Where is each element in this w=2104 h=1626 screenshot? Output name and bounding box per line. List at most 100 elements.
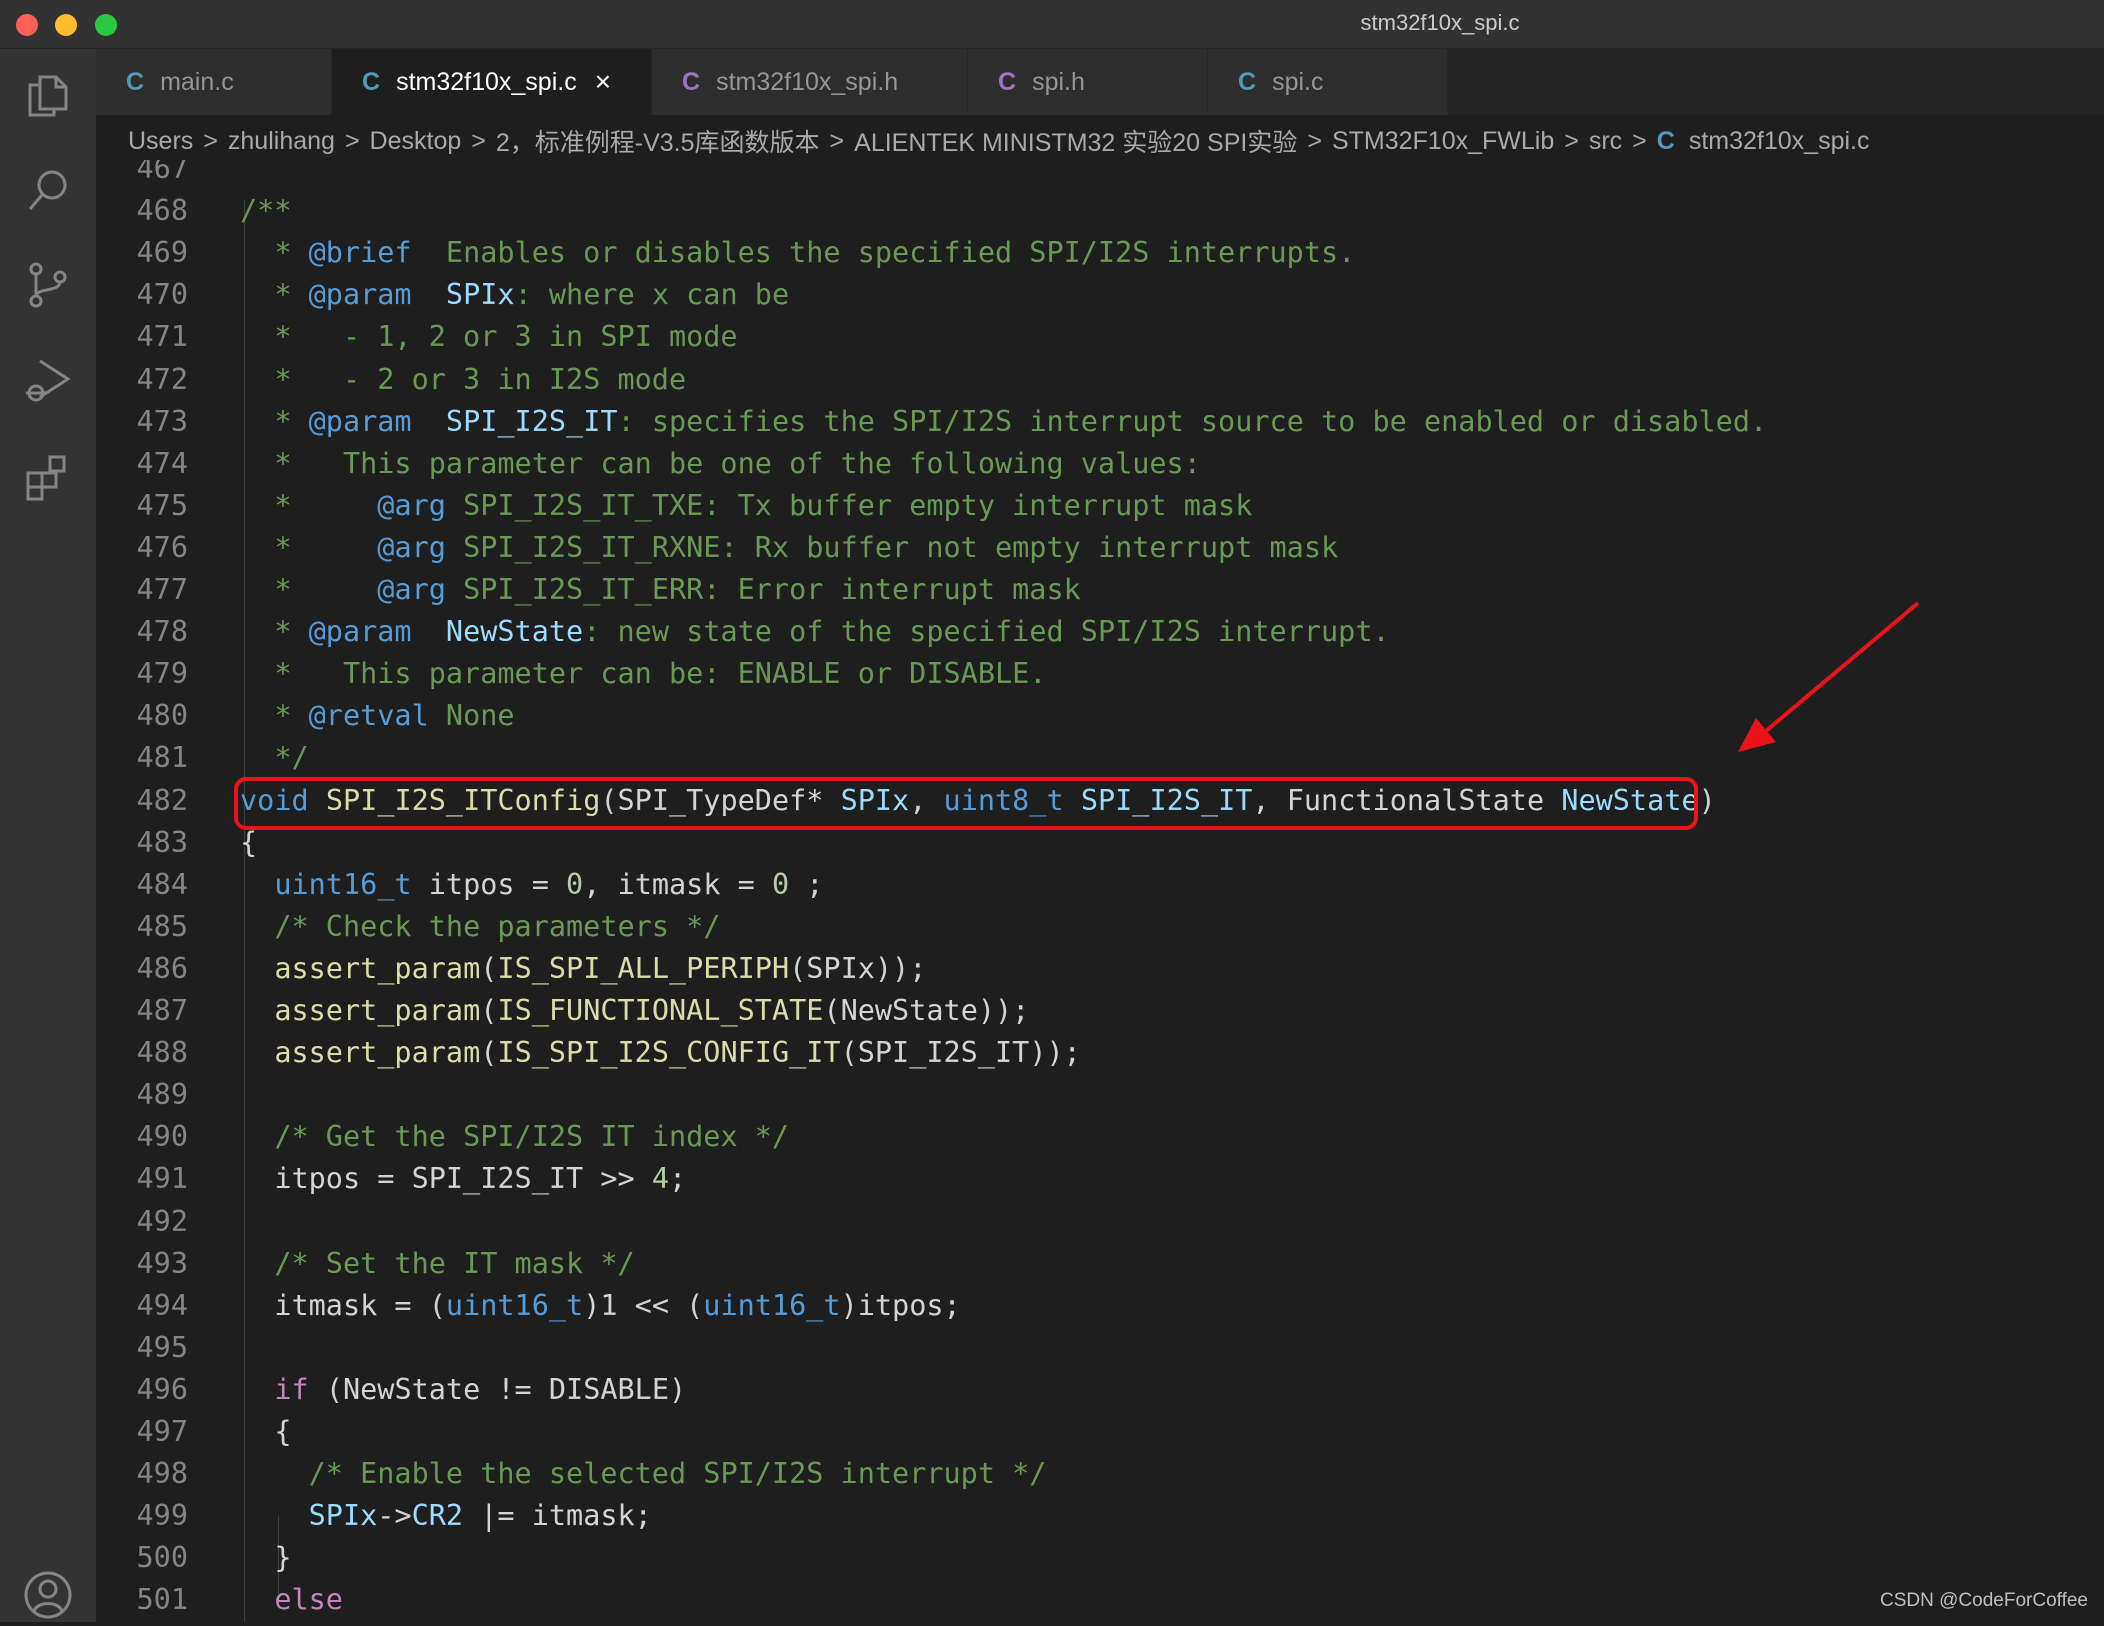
tab-label: main.c [160, 67, 234, 96]
code-line[interactable]: 485 /* Check the parameters */ [96, 906, 2104, 948]
code-line[interactable]: 486 assert_param(IS_SPI_ALL_PERIPH(SPIx)… [96, 948, 2104, 990]
code-line[interactable]: 474 * This parameter can be one of the f… [96, 443, 2104, 485]
code-line[interactable]: 501 else [96, 1579, 2104, 1621]
code-line[interactable]: 495 [96, 1327, 2104, 1369]
code-line[interactable]: 500 } [96, 1537, 2104, 1579]
line-number: 500 [136, 1541, 188, 1574]
breadcrumb-item[interactable]: zhulihang [228, 127, 335, 156]
breadcrumb-item[interactable]: STM32F10x_FWLib [1332, 127, 1554, 156]
code-line[interactable]: 484 uint16_t itpos = 0, itmask = 0 ; [96, 864, 2104, 906]
highlight-box-annotation [234, 777, 1698, 830]
code-line[interactable]: 488 assert_param(IS_SPI_I2S_CONFIG_IT(SP… [96, 1032, 2104, 1074]
search-icon[interactable] [22, 165, 74, 217]
tab-spi-c[interactable]: C spi.c [1208, 49, 1448, 115]
code-token: * [240, 405, 309, 438]
account-icon[interactable] [22, 1569, 74, 1621]
code-line[interactable]: 468 /** [96, 190, 2104, 232]
tab-main-c[interactable]: C main.c [96, 49, 332, 115]
line-number: 498 [136, 1457, 188, 1490]
line-number: 475 [136, 489, 188, 522]
code-token: , itmask = [583, 868, 772, 901]
line-code: /* Check the parameters */ [240, 906, 720, 948]
code-line[interactable]: 477 * @arg SPI_I2S_IT_ERR: Error interru… [96, 569, 2104, 611]
code-token: uint16_t [274, 868, 412, 901]
code-line[interactable]: 479 * This parameter can be: ENABLE or D… [96, 653, 2104, 695]
code-line[interactable]: 494 itmask = (uint16_t)1 << (uint16_t)it… [96, 1285, 2104, 1327]
source-control-icon[interactable] [22, 259, 74, 311]
code-line[interactable]: 481 */ [96, 737, 2104, 779]
minimize-window-button[interactable] [55, 14, 77, 36]
code-token: @arg [377, 489, 446, 522]
code-token: /* Check the parameters */ [274, 910, 721, 943]
breadcrumb-file[interactable]: stm32f10x_spi.c [1689, 127, 1870, 156]
line-number: 490 [136, 1120, 188, 1153]
code-line[interactable]: 478 * @param NewState: new state of the … [96, 611, 2104, 653]
breadcrumb-item[interactable]: ALIENTEK MINISTM32 实验20 SPI实验 [854, 123, 1297, 159]
line-code: else [240, 1579, 343, 1621]
code-line[interactable]: 470 * @param SPIx: where x can be [96, 274, 2104, 316]
line-number: 496 [136, 1373, 188, 1406]
line-code: itpos = SPI_I2S_IT >> 4; [240, 1158, 686, 1200]
code-line[interactable]: 496 if (NewState != DISABLE) [96, 1369, 2104, 1411]
line-number: 467 [136, 160, 188, 185]
maximize-window-button[interactable] [95, 14, 117, 36]
code-token: @param [308, 405, 412, 438]
line-number: 489 [136, 1078, 188, 1111]
code-token: CR2 [411, 1499, 464, 1532]
code-line[interactable]: 497 { [96, 1411, 2104, 1453]
breadcrumb-item[interactable]: Users [128, 127, 193, 156]
code-line[interactable]: 489 [96, 1074, 2104, 1116]
code-token: )itpos; [840, 1289, 961, 1322]
run-debug-icon[interactable] [22, 355, 74, 407]
code-line[interactable]: 493 /* Set the IT mask */ [96, 1243, 2104, 1285]
code-editor[interactable]: 467 468 /** 469 * @brief Enables or disable… [96, 160, 2104, 1622]
line-code: /** [240, 190, 291, 232]
code-line[interactable]: 467 [96, 160, 2104, 190]
tab-stm32f10x-spi-h[interactable]: C stm32f10x_spi.h [652, 49, 968, 115]
code-line[interactable]: 476 * @arg SPI_I2S_IT_RXNE: Rx buffer no… [96, 527, 2104, 569]
code-token: assert_param [274, 1036, 481, 1069]
code-token: ( [480, 1036, 498, 1069]
line-code: * - 2 or 3 in I2S mode [240, 359, 686, 401]
code-token: /* Enable the selected SPI/I2S interrupt… [308, 1457, 1047, 1490]
code-line[interactable]: 473 * @param SPI_I2S_IT: specifies the S… [96, 401, 2104, 443]
extensions-icon[interactable] [22, 451, 74, 503]
code-line[interactable]: 480 * @retval None [96, 695, 2104, 737]
code-line[interactable]: 469 * @brief Enables or disables the spe… [96, 232, 2104, 274]
code-token: * [240, 236, 309, 269]
code-line[interactable]: 475 * @arg SPI_I2S_IT_TXE: Tx buffer emp… [96, 485, 2104, 527]
code-line[interactable]: 490 /* Get the SPI/I2S IT index */ [96, 1116, 2104, 1158]
close-icon[interactable]: × [595, 68, 611, 96]
tab-bar: C main.c C stm32f10x_spi.c × C stm32f10x… [96, 49, 2104, 115]
line-code: * @param SPI_I2S_IT: specifies the SPI/I… [240, 401, 1767, 443]
code-token: itmask = ( [240, 1289, 446, 1322]
code-token: IS_FUNCTIONAL_STATE [497, 994, 824, 1027]
breadcrumb-item[interactable]: src [1589, 127, 1622, 156]
code-line[interactable]: 471 * - 1, 2 or 3 in SPI mode [96, 316, 2104, 358]
tab-label: stm32f10x_spi.c [396, 67, 577, 96]
breadcrumb-item[interactable]: Desktop [370, 127, 462, 156]
code-line[interactable]: 491 itpos = SPI_I2S_IT >> 4; [96, 1158, 2104, 1200]
breadcrumb-item[interactable]: 2，标准例程-V3.5库函数版本 [496, 123, 820, 159]
code-line[interactable]: 472 * - 2 or 3 in I2S mode [96, 359, 2104, 401]
code-token: IS_SPI_I2S_CONFIG_IT [497, 1036, 841, 1069]
line-code: * @arg SPI_I2S_IT_ERR: Error interrupt m… [240, 569, 1080, 611]
line-number: 479 [136, 657, 188, 690]
tab-spi-h[interactable]: C spi.h [968, 49, 1208, 115]
window-title: stm32f10x_spi.c [1360, 10, 1520, 35]
code-token: * This parameter can be one of the follo… [240, 447, 1201, 480]
code-line[interactable]: 492 [96, 1201, 2104, 1243]
code-line[interactable]: 498 /* Enable the selected SPI/I2S inter… [96, 1453, 2104, 1495]
code-token: @arg [377, 531, 446, 564]
line-code: * @param SPIx: where x can be [240, 274, 789, 316]
code-line[interactable]: 487 assert_param(IS_FUNCTIONAL_STATE(New… [96, 990, 2104, 1032]
close-window-button[interactable] [16, 14, 38, 36]
files-icon[interactable] [22, 69, 74, 121]
tab-stm32f10x-spi-c[interactable]: C stm32f10x_spi.c × [332, 49, 652, 115]
code-line[interactable]: 499 SPIx->CR2 |= itmask; [96, 1495, 2104, 1537]
line-code: } [240, 1537, 291, 1579]
